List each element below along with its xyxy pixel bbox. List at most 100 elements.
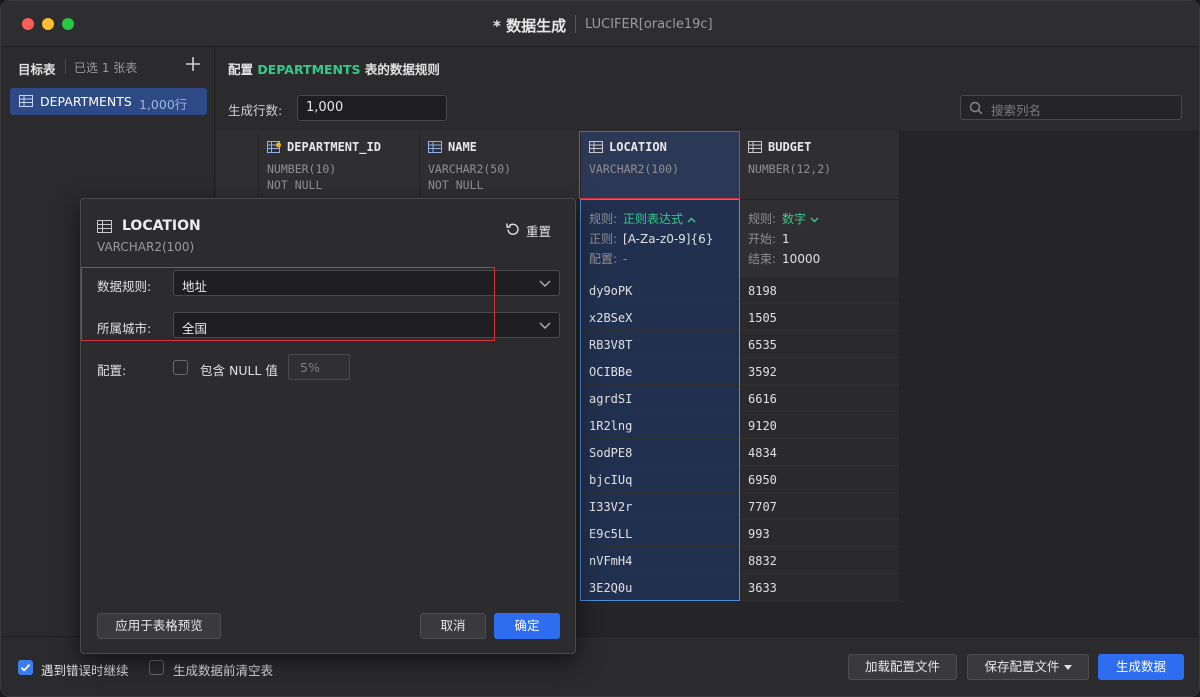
- config-label: 配置:: [97, 363, 127, 378]
- clear-before-checkbox[interactable]: [149, 660, 164, 675]
- budget-cell: 993: [740, 520, 900, 547]
- rule-value[interactable]: 正则表达式: [623, 212, 683, 226]
- location-cell: E9c5LL: [581, 520, 740, 547]
- cancel-button[interactable]: 取消: [420, 613, 486, 639]
- city-select[interactable]: 全国: [173, 312, 560, 338]
- rule-value[interactable]: 数字: [782, 212, 806, 226]
- generate-data-button[interactable]: 生成数据: [1098, 654, 1184, 680]
- chevron-down-icon: [539, 322, 551, 329]
- sidebar-item-rows: 1,000行: [139, 97, 188, 112]
- start-line: 开始: 1: [748, 230, 790, 247]
- config-title-prefix: 配置: [228, 62, 254, 77]
- zoom-window-button[interactable]: [62, 18, 74, 30]
- budget-cell: 9120: [740, 412, 900, 439]
- location-cell: 1R2lng: [581, 412, 740, 439]
- app-window: * 数据生成 LUCIFER[oracle19c] 目标表 已选 1 张表 DE…: [0, 0, 1200, 697]
- continue-on-error-label: 遇到错误时继续: [41, 663, 129, 678]
- sidebar-item-label: DEPARTMENTS: [40, 94, 132, 109]
- rule-line: 规则: 正则表达式: [589, 210, 696, 227]
- data-rule-value: 地址: [182, 279, 208, 294]
- close-window-button[interactable]: [22, 18, 34, 30]
- budget-cell: 6535: [740, 331, 900, 358]
- column-name: LOCATION: [609, 140, 667, 154]
- budget-cell: 6616: [740, 385, 900, 412]
- end-value: 10000: [782, 252, 821, 266]
- title-bar: * 数据生成 LUCIFER[oracle19c]: [1, 1, 1199, 47]
- location-cell: x2BSeX: [581, 304, 740, 331]
- dialog-title: LOCATION: [122, 218, 201, 234]
- config-title-suffix: 表的数据规则: [364, 62, 440, 77]
- column-header-budget[interactable]: BUDGET NUMBER(12,2): [740, 131, 900, 199]
- config-table-name: DEPARTMENTS: [257, 62, 361, 77]
- sidebar-header: 目标表 已选 1 张表: [1, 47, 215, 85]
- budget-cell: 3633: [740, 574, 900, 601]
- rule-label: 规则:: [748, 212, 777, 226]
- apply-preview-button[interactable]: 应用于表格预览: [97, 613, 221, 639]
- table-icon: [19, 95, 33, 107]
- location-cell: dy9oPK: [581, 277, 740, 304]
- column-rule-dialog: LOCATION VARCHAR2(100) 重置 数据规则: 地址 所属城市:…: [80, 198, 576, 654]
- reset-icon: [506, 223, 519, 235]
- dialog-column-type: VARCHAR2(100): [97, 240, 195, 254]
- budget-cell: 8832: [740, 547, 900, 574]
- budget-rule-cell[interactable]: 规则: 数字 开始: 1 结束: 10000: [740, 199, 900, 277]
- start-value: 1: [782, 232, 790, 246]
- column-header-location[interactable]: LOCATION VARCHAR2(100): [581, 131, 740, 199]
- search-placeholder: 搜索列名: [991, 103, 1042, 118]
- sidebar-item-departments[interactable]: DEPARTMENTS 1,000行: [10, 88, 207, 115]
- column-icon: [97, 220, 112, 233]
- plus-icon: [186, 57, 200, 71]
- column-constraint: NOT NULL: [267, 178, 323, 192]
- rows-label: 生成行数:: [228, 103, 283, 118]
- end-label: 结束:: [748, 252, 777, 266]
- data-rule-select[interactable]: 地址: [173, 270, 560, 296]
- minimize-window-button[interactable]: [42, 18, 54, 30]
- continue-on-error-checkbox[interactable]: [18, 660, 33, 675]
- column-name: BUDGET: [768, 140, 812, 154]
- location-cell: agrdSI: [581, 385, 740, 412]
- clear-before-label: 生成数据前清空表: [173, 663, 274, 678]
- column-type: NUMBER(12,2): [748, 162, 832, 176]
- dropdown-caret-icon: [1063, 665, 1072, 670]
- budget-cell: 1505: [740, 304, 900, 331]
- city-label: 所属城市:: [97, 321, 152, 336]
- load-config-button[interactable]: 加载配置文件: [848, 654, 957, 680]
- connection-name: LUCIFER[oracle19c]: [585, 17, 713, 32]
- column-type: VARCHAR2(100): [589, 162, 680, 176]
- column-name: DEPARTMENT_ID: [287, 140, 381, 154]
- ok-button[interactable]: 确定: [494, 613, 560, 639]
- rule-line: 规则: 数字: [748, 210, 819, 227]
- save-config-button[interactable]: 保存配置文件: [967, 654, 1089, 680]
- column-icon: [589, 141, 603, 153]
- end-line: 结束: 10000: [748, 250, 820, 267]
- sidebar-title: 目标表: [18, 62, 56, 77]
- column-type: NUMBER(10): [267, 162, 337, 176]
- primary-key-column-icon: [267, 141, 281, 153]
- title-divider: [575, 15, 576, 33]
- location-cell: SodPE8: [581, 439, 740, 466]
- column-type: VARCHAR2(50): [428, 162, 512, 176]
- column-search-input[interactable]: 搜索列名: [960, 95, 1182, 120]
- search-icon: [969, 101, 983, 115]
- config-value: -: [623, 252, 628, 266]
- column-icon: [748, 141, 762, 153]
- chevron-down-icon[interactable]: [810, 217, 819, 223]
- column-header-name[interactable]: NAME VARCHAR2(50) NOT NULL: [420, 131, 581, 199]
- rows-input[interactable]: 1,000: [297, 95, 447, 121]
- include-null-checkbox[interactable]: [173, 360, 188, 375]
- chevron-up-icon[interactable]: [687, 217, 696, 223]
- reset-button[interactable]: 重置: [506, 219, 556, 239]
- location-cell: 3E2Q0u: [581, 574, 740, 601]
- column-constraint: NOT NULL: [428, 178, 484, 192]
- column-name: NAME: [448, 140, 477, 154]
- location-cell: OCIBBe: [581, 358, 740, 385]
- column-header-department-id[interactable]: DEPARTMENT_ID NUMBER(10) NOT NULL: [259, 131, 420, 199]
- location-rule-cell[interactable]: 规则: 正则表达式 正则: [A-Za-z0-9]{6} 配置: -: [581, 199, 740, 277]
- city-value: 全国: [182, 321, 208, 336]
- add-table-button[interactable]: [186, 54, 200, 74]
- sidebar-divider: [65, 59, 66, 74]
- config-title: 配置 DEPARTMENTS 表的数据规则: [228, 59, 440, 78]
- config-line: 配置: -: [589, 250, 627, 267]
- pattern-line: 正则: [A-Za-z0-9]{6}: [589, 230, 713, 247]
- null-percentage-input[interactable]: 5%: [288, 354, 350, 380]
